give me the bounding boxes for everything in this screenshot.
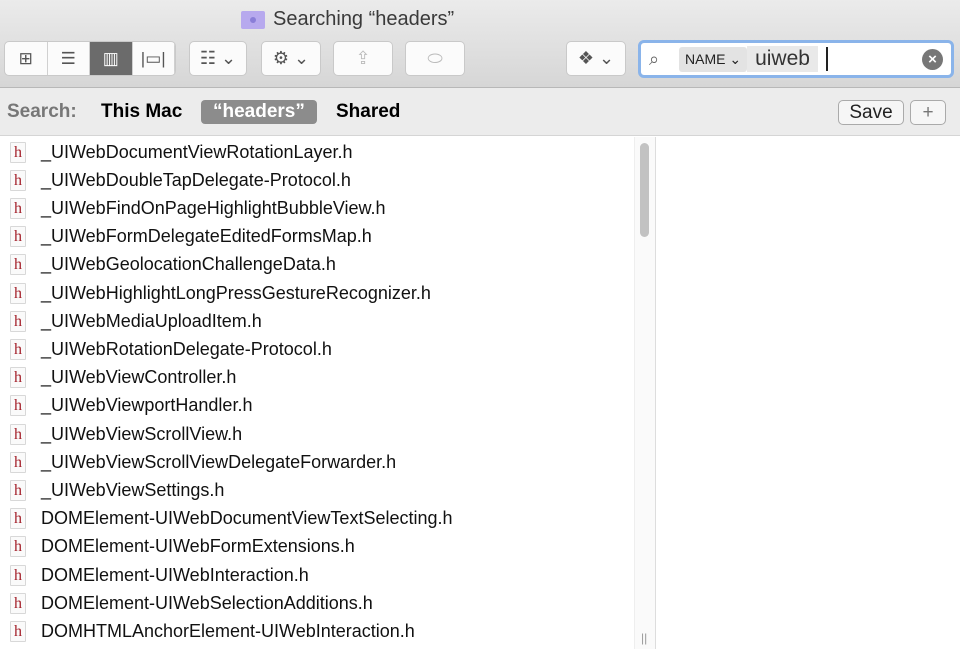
header-file-icon: h bbox=[10, 367, 26, 389]
file-row[interactable]: h _UIWebViewScrollView.h bbox=[0, 420, 242, 448]
add-criteria-button[interactable]: + bbox=[910, 100, 946, 125]
file-row[interactable]: h _UIWebGeolocationChallengeData.h bbox=[0, 251, 336, 279]
icon-view-button[interactable]: ⊞ bbox=[5, 42, 48, 75]
scope-shared[interactable]: Shared bbox=[336, 101, 400, 123]
column-resize-handle[interactable]: || bbox=[641, 631, 647, 645]
header-file-icon: h bbox=[10, 310, 26, 332]
cover-flow-button[interactable]: |▭| bbox=[133, 42, 175, 75]
file-row[interactable]: h _UIWebMediaUploadItem.h bbox=[0, 307, 262, 335]
file-row[interactable]: h DOMElement-UIWebDocumentViewTextSelecti… bbox=[0, 505, 453, 533]
scrollbar[interactable]: || bbox=[634, 137, 655, 649]
header-file-icon: h bbox=[10, 338, 26, 360]
scrollbar-thumb[interactable] bbox=[640, 143, 649, 237]
file-name: _UIWebHighlightLongPressGestureRecognize… bbox=[41, 282, 431, 303]
header-file-icon: h bbox=[10, 564, 26, 586]
gear-icon: ⚙ ⌄ bbox=[272, 48, 310, 68]
header-file-icon: h bbox=[10, 254, 26, 276]
clear-search-icon[interactable]: × bbox=[922, 48, 943, 70]
file-name: _UIWebViewScrollViewDelegateForwarder.h bbox=[41, 451, 397, 472]
file-row[interactable]: h _UIWebDoubleTapDelegate-Protocol.h bbox=[0, 166, 351, 194]
file-row[interactable]: h _UIWebFormDelegateEditedFormsMap.h bbox=[0, 223, 372, 251]
file-list: h _UIWebDocumentViewRotationLayer.h h _UIWe… bbox=[0, 137, 634, 649]
share-button[interactable]: ⇪ bbox=[333, 41, 393, 76]
search-token-name[interactable]: NAME ⌄ bbox=[679, 46, 748, 72]
file-name: DOMElement-UIWebSelectionAdditions.h bbox=[41, 592, 373, 613]
file-row[interactable]: h DOMHTMLAnchorElement-UIWebInteraction.h bbox=[0, 617, 415, 645]
file-name: _UIWebFindOnPageHighlightBubbleView.h bbox=[41, 197, 386, 218]
header-file-icon: h bbox=[10, 141, 26, 163]
header-file-icon: h bbox=[10, 226, 26, 248]
header-file-icon: h bbox=[10, 508, 26, 530]
window-title: Searching “headers” bbox=[241, 8, 454, 31]
view-mode-control[interactable]: ⊞ ☰ ▥ |▭| bbox=[4, 41, 176, 76]
file-row[interactable]: h DOMElement-UIWebInteraction.h bbox=[0, 561, 309, 589]
file-name: _UIWebFormDelegateEditedFormsMap.h bbox=[41, 226, 372, 247]
arrange-button[interactable]: ☷ ⌄ bbox=[189, 41, 247, 76]
file-name: DOMElement-UIWebInteraction.h bbox=[41, 564, 309, 585]
file-name: DOMHTMLAnchorElement-UIWebInteraction.h bbox=[41, 620, 415, 641]
header-file-icon: h bbox=[10, 395, 26, 417]
file-name: _UIWebViewController.h bbox=[41, 367, 237, 388]
share-icon: ⇪ bbox=[355, 48, 371, 68]
file-row[interactable]: h _UIWebDocumentViewRotationLayer.h bbox=[0, 138, 353, 166]
toolbar: Searching “headers” ⊞ ☰ ▥ |▭| ☷ ⌄ ⚙ ⌄ ⇪ … bbox=[0, 0, 960, 88]
scope-this-mac[interactable]: This Mac bbox=[101, 101, 182, 123]
dropbox-button[interactable]: ❖ ⌄ bbox=[566, 41, 626, 76]
header-file-icon: h bbox=[10, 536, 26, 558]
file-row[interactable]: h _UIWebHighlightLongPressGestureRecogniz… bbox=[0, 279, 431, 307]
header-file-icon: h bbox=[10, 197, 26, 219]
file-name: _UIWebRotationDelegate-Protocol.h bbox=[41, 338, 332, 359]
file-name: DOMElement-UIWebDocumentViewTextSelectin… bbox=[41, 508, 453, 529]
file-name: _UIWebViewSettings.h bbox=[41, 479, 225, 500]
file-name: _UIWebViewportHandler.h bbox=[41, 395, 253, 416]
file-name: _UIWebMediaUploadItem.h bbox=[41, 310, 262, 331]
scope-label: Search: bbox=[7, 101, 77, 122]
smart-folder-icon bbox=[241, 10, 265, 29]
action-button[interactable]: ⚙ ⌄ bbox=[261, 41, 321, 76]
header-file-icon: h bbox=[10, 282, 26, 304]
column-view-button[interactable]: ▥ bbox=[90, 42, 133, 75]
file-row[interactable]: h DOMElement-UIWebFormExtensions.h bbox=[0, 533, 355, 561]
header-file-icon: h bbox=[10, 169, 26, 191]
file-name: DOMElement-UIWebFormExtensions.h bbox=[41, 536, 355, 557]
search-field[interactable]: ⌕ NAME ⌄ uiweb × bbox=[638, 40, 954, 78]
dropbox-icon: ❖ ⌄ bbox=[577, 48, 615, 68]
file-row[interactable]: h _UIWebViewportHandler.h bbox=[0, 392, 252, 420]
text-cursor bbox=[825, 47, 828, 71]
scope-headers[interactable]: “headers” bbox=[201, 100, 317, 124]
header-file-icon: h bbox=[10, 620, 26, 642]
file-name: _UIWebDoubleTapDelegate-Protocol.h bbox=[41, 169, 351, 190]
file-row[interactable]: h _UIWebFindOnPageHighlightBubbleView.h bbox=[0, 194, 386, 222]
tag-button[interactable]: ⬭ bbox=[405, 41, 465, 76]
search-scope-bar: Search: This Mac “headers” Shared Save + bbox=[0, 88, 960, 136]
save-button[interactable]: Save bbox=[838, 100, 904, 125]
file-row[interactable]: h _UIWebViewController.h bbox=[0, 364, 236, 392]
tag-icon: ⬭ bbox=[427, 48, 443, 68]
file-row[interactable]: h _UIWebViewScrollViewDelegateForwarder.h bbox=[0, 448, 396, 476]
header-file-icon: h bbox=[10, 451, 26, 473]
list-view-button[interactable]: ☰ bbox=[48, 42, 90, 75]
column-divider bbox=[655, 137, 656, 649]
header-file-icon: h bbox=[10, 423, 26, 445]
arrange-icon: ☷ ⌄ bbox=[199, 48, 237, 68]
file-row[interactable]: h _UIWebRotationDelegate-Protocol.h bbox=[0, 335, 332, 363]
search-icon: ⌕ bbox=[649, 48, 660, 69]
search-token-value[interactable]: uiweb bbox=[747, 46, 818, 72]
header-file-icon: h bbox=[10, 592, 26, 614]
header-file-icon: h bbox=[10, 479, 26, 501]
file-row[interactable]: h _UIWebViewSettings.h bbox=[0, 476, 224, 504]
file-name: _UIWebViewScrollView.h bbox=[41, 423, 243, 444]
file-name: _UIWebGeolocationChallengeData.h bbox=[41, 254, 336, 275]
file-name: _UIWebDocumentViewRotationLayer.h bbox=[41, 141, 353, 162]
file-row[interactable]: h DOMElement-UIWebSelectionAdditions.h bbox=[0, 589, 373, 617]
